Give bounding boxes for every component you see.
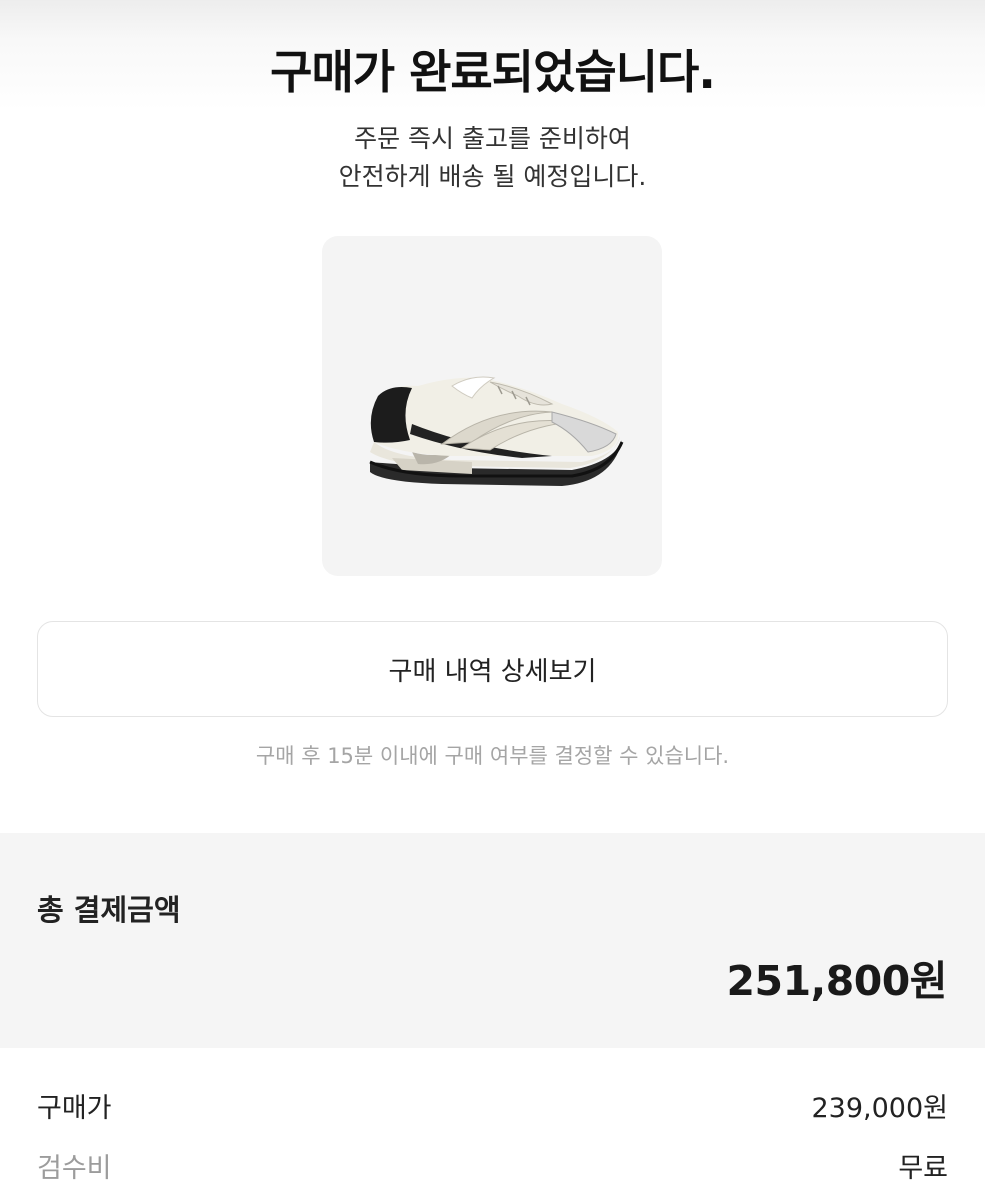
- subtitle: 주문 즉시 출고를 준비하여 안전하게 배송 될 예정입니다.: [0, 120, 985, 196]
- sneaker-image: [369, 376, 624, 486]
- purchase-detail-button-label: 구매 내역 상세보기: [388, 656, 597, 687]
- decision-notice: 구매 후 15분 이내에 구매 여부를 결정할 수 있습니다.: [255, 744, 730, 768]
- payment-row-inspection-fee: 검수비 무료: [37, 1146, 948, 1185]
- payment-row-purchase-price: 구매가 239,000원: [37, 1086, 948, 1125]
- purchase-detail-button[interactable]: 구매 내역 상세보기: [37, 621, 948, 717]
- purchase-complete-page: 구매가 완료되었습니다. 주문 즉시 출고를 준비하여 안전하게 배송 될 예정…: [0, 0, 985, 1200]
- inspection-fee-label: 검수비: [37, 1153, 112, 1184]
- total-payment-label: 총 결제금액: [37, 893, 181, 927]
- product-image-card: [322, 236, 662, 576]
- page-title: 구매가 완료되었습니다.: [270, 45, 716, 99]
- total-payment-section: 총 결제금액 251,800원: [0, 833, 985, 1048]
- inspection-fee-value: 무료: [898, 1153, 948, 1184]
- total-payment-amount: 251,800원: [726, 957, 948, 1005]
- subtitle-line-2: 안전하게 배송 될 예정입니다.: [338, 162, 647, 191]
- subtitle-line-1: 주문 즉시 출고를 준비하여: [354, 124, 631, 153]
- purchase-price-value: 239,000원: [811, 1093, 949, 1124]
- purchase-price-label: 구매가: [37, 1093, 112, 1124]
